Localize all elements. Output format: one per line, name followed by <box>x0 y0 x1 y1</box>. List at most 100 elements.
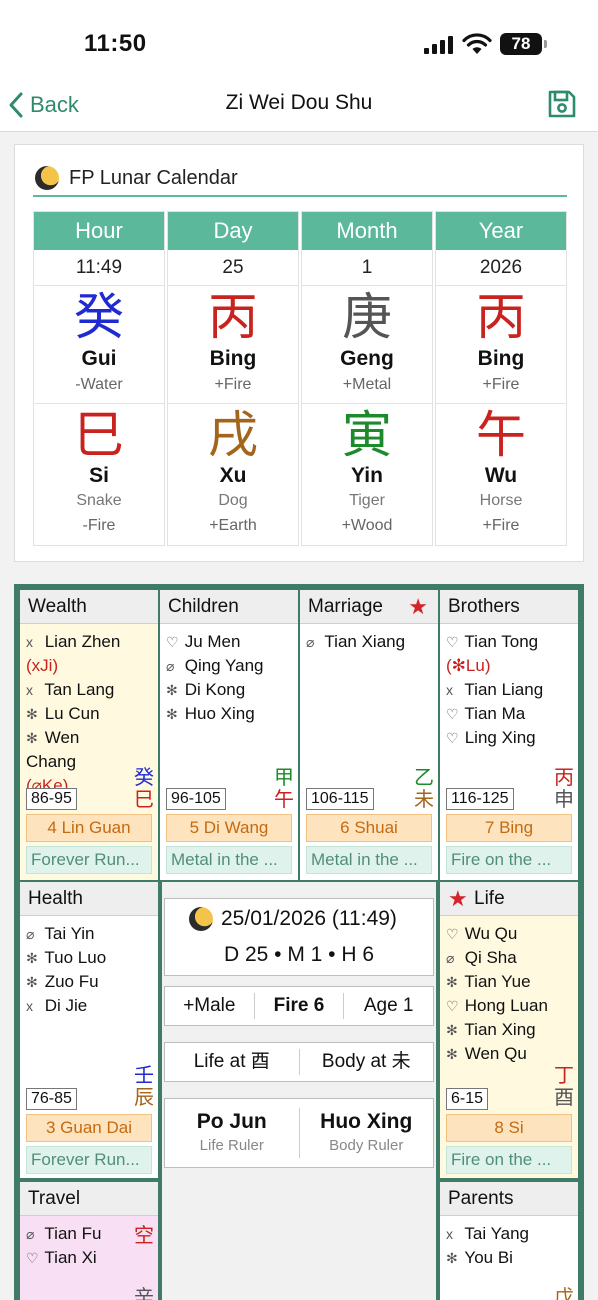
branch-animal: Horse <box>479 492 523 509</box>
life-cycle: 7 Bing <box>446 814 572 842</box>
pillar-hour: Hour 11:49 癸 Gui -Water 巳 Si Snake -Fire <box>33 211 165 546</box>
palace-branch: 午 <box>274 787 294 811</box>
pillar-value: 2026 <box>436 250 566 286</box>
star-name: Tian Xi <box>40 1248 97 1267</box>
pillar-year: Year 2026 丙 Bing +Fire 午 Wu Horse +Fire <box>435 211 567 546</box>
age-range: 96-105 <box>166 788 226 810</box>
palace-life[interactable]: ★ Life ♡ Wu Qu ⌀ Qi Sha ✻ Tian Yue ♡ Hong L… <box>440 882 578 1178</box>
star-entry: ⌀ Tian Fu <box>26 1222 134 1246</box>
age: Age 1 <box>363 995 414 1016</box>
fortune-label: Forever Run... <box>26 846 152 874</box>
life-at: Life at 酉 <box>165 1049 300 1075</box>
earthly-branch: 戌 Xu Dog +Earth <box>168 404 298 545</box>
star-type-icon: ✻ <box>166 682 178 698</box>
life-cycle: 8 Si <box>446 1114 572 1142</box>
pillar-head: Year <box>436 212 566 250</box>
star-type-icon: ⌀ <box>446 950 455 966</box>
star-type-icon: ✻ <box>446 1022 458 1038</box>
palace-travel[interactable]: Travel ⌀ Tian Fu ♡ Tian Xi 空 辛 <box>20 1182 158 1300</box>
page-title: Zi Wei Dou Shu <box>225 91 373 114</box>
palace-title: Children <box>160 590 298 624</box>
fortune-label: Forever Run... <box>26 1146 152 1174</box>
palace-title: Health <box>20 882 158 916</box>
heavenly-stem: 癸 Gui -Water <box>34 286 164 404</box>
star-type-icon: ✻ <box>26 706 38 722</box>
lunar-calendar-card: FP Lunar Calendar Hour 11:49 癸 Gui -Water 巳 Si… <box>14 144 584 562</box>
branch-element: +Fire <box>482 517 520 534</box>
star-name: Tai Yang <box>460 1224 530 1243</box>
save-icon[interactable] <box>546 88 578 120</box>
palace-marriage[interactable]: Marriage ★ ⌀ Tian Xiang 乙 未 106-115 6 Sh… <box>300 590 438 880</box>
pillar-head: Month <box>302 212 432 250</box>
star-name: Qing Yang <box>180 656 264 675</box>
palace-brothers[interactable]: Brothers ♡ Tian Tong (✻Lu) x Tian Liang ♡ T… <box>440 590 578 880</box>
age-range: 116-125 <box>446 788 514 810</box>
stem-glyph: 丙 <box>476 288 526 346</box>
star-entry: ♡ Wu Qu <box>446 922 554 946</box>
pillar-value: 11:49 <box>34 250 164 286</box>
palace-stem: 乙 <box>414 765 434 789</box>
battery-icon: 78 <box>500 33 547 55</box>
body-ruler-star: Huo Xing <box>320 1110 413 1133</box>
element-bureau: Fire 6 <box>255 993 345 1019</box>
star-entry: ♡ Ju Men <box>166 630 274 654</box>
age-range: 6-15 <box>446 1088 489 1110</box>
star-name: Huo Xing <box>180 704 255 723</box>
star-type-icon: ✻ <box>166 706 178 722</box>
star-entry: ♡ Tian Ma <box>446 702 554 726</box>
ziwei-chart: Wealth x Lian Zhen (xJi) x Tan Lang ✻ Lu Cu… <box>14 584 584 1300</box>
star-entry: ✻ Di Kong <box>166 678 274 702</box>
star-type-icon: ♡ <box>166 634 179 650</box>
star-type-icon: ♡ <box>446 706 459 722</box>
star-name: Tian Tong <box>460 632 539 651</box>
palace-health[interactable]: Health ⌀ Tai Yin ✻ Tuo Luo ✻ Zuo Fu x Di Ji… <box>20 882 158 1178</box>
star-type-icon: ✻ <box>446 1250 458 1266</box>
life-body-row: Life at 酉 Body at 未 <box>164 1042 434 1082</box>
star-icon: ★ <box>448 886 468 911</box>
branch-pinyin: Xu <box>219 464 247 487</box>
branch-glyph: 午 <box>476 406 526 464</box>
star-list: ♡ Wu Qu ⌀ Qi Sha ✻ Tian Yue ♡ Hong Luan ✻ Ti… <box>446 922 554 1066</box>
star-entry: ⌀ Qi Sha <box>446 946 554 970</box>
nav-bar: Back Zi Wei Dou Shu <box>0 80 598 132</box>
star-entry: ✻ Zuo Fu <box>26 970 134 994</box>
star-name: Tian Ma <box>460 704 526 723</box>
fortune-label: Metal in the ... <box>166 846 292 874</box>
palace-stem: 甲 <box>274 765 294 789</box>
status-time: 11:50 <box>84 30 147 57</box>
star-transformation: (xJi) <box>26 656 59 675</box>
star-name: Di Jie <box>40 996 88 1015</box>
four-pillars: Hour 11:49 癸 Gui -Water 巳 Si Snake -Fire Day 25 丙 B… <box>33 211 567 546</box>
stem-element: +Fire <box>482 376 520 393</box>
palace-wealth[interactable]: Wealth x Lian Zhen (xJi) x Tan Lang ✻ Lu Cu… <box>20 590 158 880</box>
palace-parents[interactable]: Parents x Tai Yang ✻ You Bi 戊 <box>440 1182 578 1300</box>
body-at: Body at 未 <box>321 1051 411 1072</box>
branch-pinyin: Yin <box>351 464 383 487</box>
star-list: ⌀ Tian Xiang <box>306 630 414 654</box>
palace-title: ★ Life <box>440 882 578 916</box>
palace-body: x Lian Zhen (xJi) x Tan Lang ✻ Lu Cun ✻ Wen … <box>20 624 158 880</box>
palace-children[interactable]: Children ♡ Ju Men ⌀ Qing Yang ✻ Di Kong ✻ H… <box>160 590 298 880</box>
star-name: Wu Qu <box>460 924 518 943</box>
pillar-day: Day 25 丙 Bing +Fire 戌 Xu Dog +Earth <box>167 211 299 546</box>
pillar-value: 1 <box>302 250 432 286</box>
star-entry: x Tan Lang <box>26 678 134 702</box>
star-entry: ✻ Huo Xing <box>166 702 274 726</box>
star-name: Tian Xiang <box>320 632 406 651</box>
stem-pinyin: Gui <box>81 347 117 370</box>
star-entry: x Tai Yang <box>446 1222 554 1246</box>
palace-body: ♡ Wu Qu ⌀ Qi Sha ✻ Tian Yue ♡ Hong Luan ✻ Ti… <box>440 916 578 1178</box>
star-type-icon: ✻ <box>446 974 458 990</box>
star-transformation: (✻Lu) <box>446 656 491 675</box>
stem-pinyin: Bing <box>209 347 257 370</box>
star-list: ⌀ Tai Yin ✻ Tuo Luo ✻ Zuo Fu x Di Jie <box>26 922 134 1018</box>
pillar-value: 25 <box>168 250 298 286</box>
star-entry: x Di Jie <box>26 994 134 1018</box>
star-entry: x Tian Liang <box>446 678 554 702</box>
body-ruler: Huo Xing Body Ruler <box>300 1108 434 1158</box>
star-name: Tuo Luo <box>40 948 107 967</box>
wifi-icon <box>462 33 492 54</box>
star-list: ⌀ Tian Fu ♡ Tian Xi <box>26 1222 134 1270</box>
star-entry: x Lian Zhen <box>26 630 134 654</box>
stem-element: -Water <box>75 376 123 393</box>
